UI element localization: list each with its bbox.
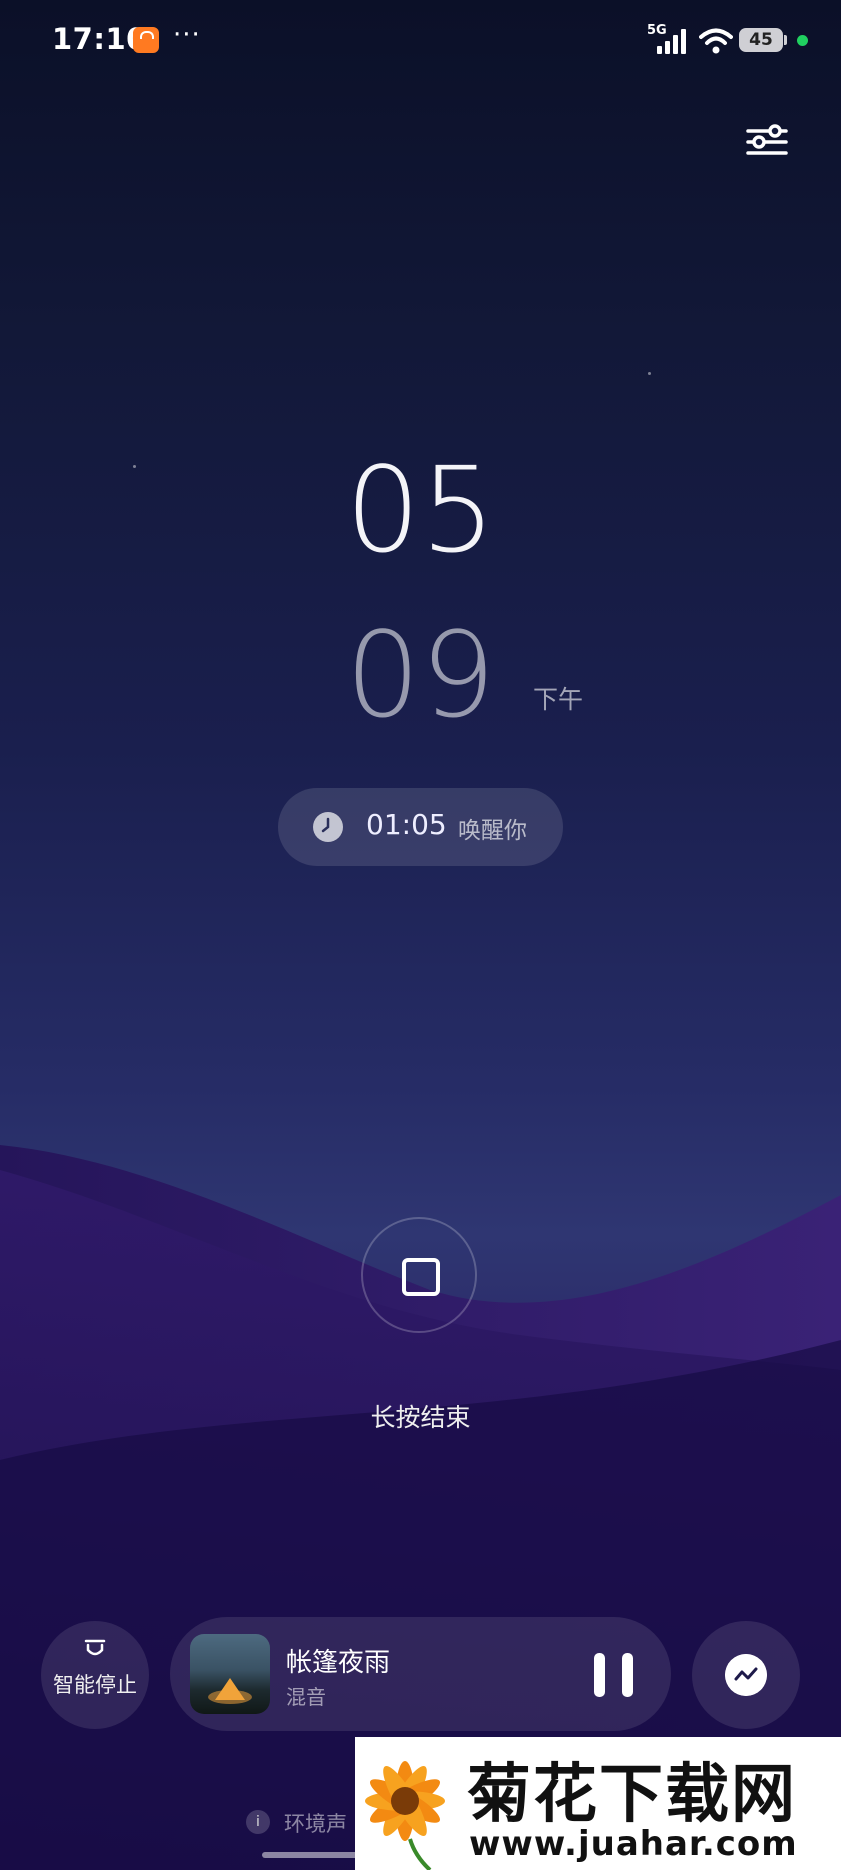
watermark-name: 菊花下载网: [467, 1758, 797, 1832]
watermark-url: www.juahar.com: [469, 1824, 798, 1864]
stop-button[interactable]: [361, 1217, 477, 1333]
clock-ampm: 下午: [533, 685, 584, 714]
mix-button[interactable]: [692, 1621, 800, 1729]
clock-hour: 05: [345, 441, 496, 579]
signal-icon: [657, 28, 689, 54]
track-subtitle: 混音: [286, 1685, 326, 1709]
smart-stop-label: 智能停止: [53, 1673, 137, 1697]
star: [648, 372, 651, 375]
alarm-label: 唤醒你: [458, 818, 527, 844]
privacy-indicator-dot: [797, 35, 808, 46]
alarm-time: 01:05: [366, 808, 447, 841]
shop-app-icon: [133, 27, 159, 53]
smart-stop-button[interactable]: 智能停止: [41, 1621, 149, 1729]
battery-icon: 45: [739, 28, 783, 52]
env-sound-text: 环境声: [284, 1812, 347, 1836]
flower-logo-icon: [365, 1761, 445, 1870]
settings-sliders-icon[interactable]: [745, 122, 789, 162]
pause-button[interactable]: [594, 1653, 636, 1697]
sound-player[interactable]: 帐篷夜雨 混音: [170, 1617, 671, 1731]
watermark: 菊花下载网 www.juahar.com: [355, 1737, 841, 1870]
alarm-pill[interactable]: 01:05 唤醒你: [278, 788, 563, 866]
more-notifications-icon: ···: [173, 20, 201, 50]
headband-icon: [84, 1639, 106, 1656]
status-bar: 17:10 ··· 5G 45: [0, 0, 841, 82]
home-indicator[interactable]: [262, 1852, 362, 1858]
stop-square-icon: [402, 1258, 440, 1296]
clock-minute: 09: [345, 606, 496, 744]
info-icon: i: [246, 1810, 270, 1834]
stop-hint-label: 长按结束: [370, 1403, 471, 1432]
wave-mix-icon: [725, 1654, 767, 1696]
clock-icon: [313, 812, 343, 842]
track-title: 帐篷夜雨: [286, 1648, 391, 1678]
wifi-icon: [699, 28, 733, 54]
battery-cap: [784, 35, 787, 45]
album-art-image[interactable]: [190, 1634, 270, 1714]
